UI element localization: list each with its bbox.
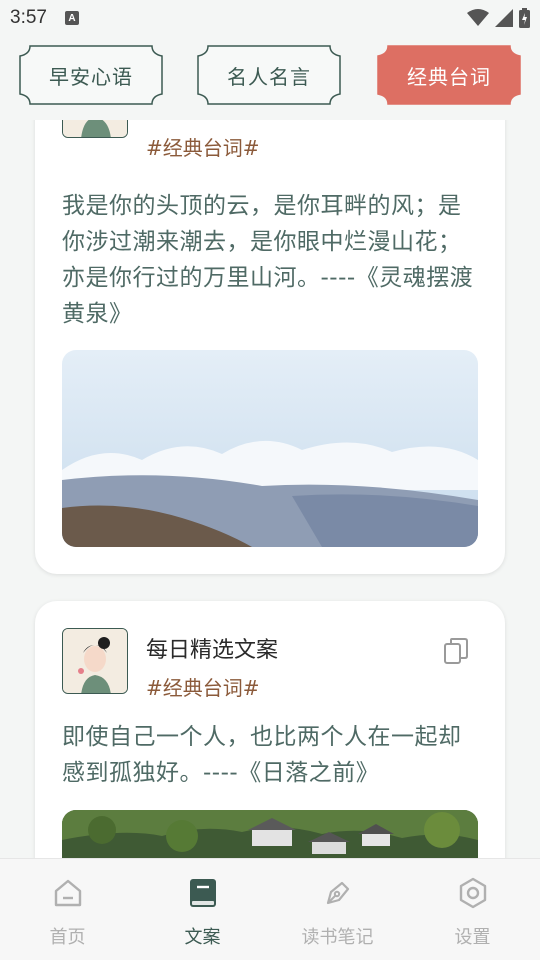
bottom-nav: 首页 文案 读书笔记 设置 bbox=[0, 858, 540, 960]
signal-icon bbox=[495, 9, 513, 27]
card-image bbox=[62, 810, 478, 858]
status-bar: 3:57 A bbox=[0, 0, 540, 36]
status-icons bbox=[467, 8, 530, 28]
notification-icon: A bbox=[64, 11, 79, 25]
nav-settings[interactable]: 设置 bbox=[405, 859, 540, 960]
status-time: 3:57 bbox=[10, 7, 47, 28]
card-tag: #经典台词# bbox=[146, 136, 260, 160]
nav-copywriting[interactable]: 文案 bbox=[135, 859, 270, 960]
copy-icon[interactable] bbox=[443, 637, 469, 665]
avatar bbox=[62, 120, 128, 138]
tab-label: 早安心语 bbox=[49, 64, 133, 89]
card-text: 我是你的头顶的云，是你耳畔的风；是你涉过潮来潮去，是你眼中烂漫山花；亦是你行过的… bbox=[62, 193, 474, 327]
nav-label: 设置 bbox=[454, 927, 491, 948]
tab-morning[interactable]: 早安心语 bbox=[16, 42, 166, 108]
quote-card[interactable]: 每日精选文案 #经典台词# 即使自己一个人，也比两个人在一起却感到孤独好。---… bbox=[35, 601, 505, 858]
card-title: 每日精选文案 bbox=[146, 638, 279, 663]
tab-label: 经典台词 bbox=[407, 64, 491, 89]
tab-label: 名人名言 bbox=[227, 64, 311, 89]
battery-icon bbox=[519, 8, 530, 28]
category-tabs: 早安心语 名人名言 经典台词 bbox=[0, 42, 540, 108]
book-icon bbox=[189, 879, 216, 907]
card-tag: #经典台词# bbox=[146, 676, 260, 700]
nav-home[interactable]: 首页 bbox=[0, 859, 135, 960]
settings-icon bbox=[459, 877, 486, 909]
pen-icon bbox=[326, 881, 349, 905]
home-icon bbox=[54, 879, 81, 907]
nav-label: 首页 bbox=[49, 927, 86, 948]
nav-label: 文案 bbox=[184, 927, 221, 948]
nav-reading-notes[interactable]: 读书笔记 bbox=[270, 859, 405, 960]
nav-label: 读书笔记 bbox=[301, 927, 374, 948]
card-text: 即使自己一个人，也比两个人在一起却感到孤独好。----《日落之前》 bbox=[62, 724, 462, 786]
quote-card[interactable]: #经典台词# 我是你的头顶的云，是你耳畔的风；是你涉过潮来潮去，是你眼中烂漫山花… bbox=[35, 120, 505, 574]
tab-famous-quotes[interactable]: 名人名言 bbox=[194, 42, 344, 108]
avatar bbox=[62, 628, 128, 694]
content-feed[interactable]: #经典台词# 我是你的头顶的云，是你耳畔的风；是你涉过潮来潮去，是你眼中烂漫山花… bbox=[0, 120, 540, 858]
card-image bbox=[62, 350, 478, 547]
tab-classic-lines[interactable]: 经典台词 bbox=[374, 42, 524, 108]
wifi-icon bbox=[467, 9, 489, 26]
